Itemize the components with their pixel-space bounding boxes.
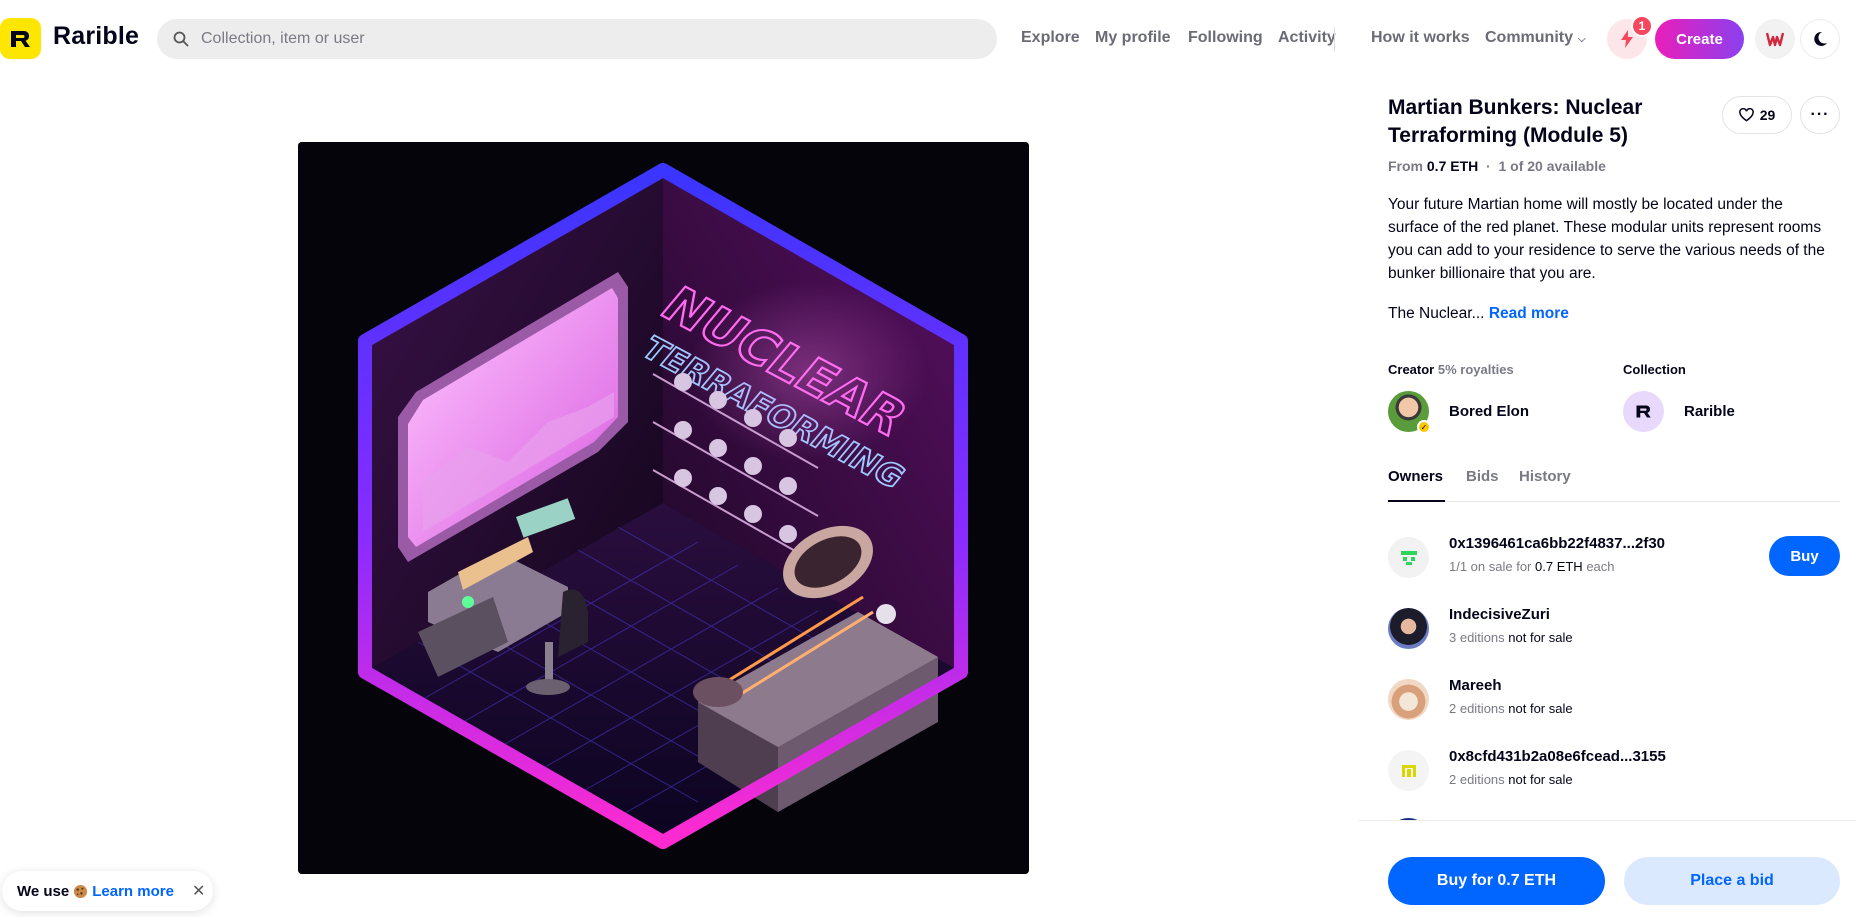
owner-sale-status: not for sale	[1508, 630, 1573, 645]
collection-avatar	[1623, 391, 1664, 432]
tab-bids[interactable]: Bids	[1466, 468, 1499, 485]
rarible-logo-icon	[10, 30, 30, 47]
active-tab-indicator	[1388, 500, 1445, 502]
collection-profile[interactable]: Rarible	[1623, 391, 1735, 432]
like-count: 29	[1759, 107, 1776, 123]
owner-name[interactable]: Mareeh	[1449, 677, 1502, 694]
owner-avatar	[1388, 679, 1429, 720]
nft-artwork[interactable]: NUCLEAR TERRAFORMING	[298, 142, 1029, 874]
chevron-down-icon: ⌵	[1578, 34, 1586, 45]
owner-sale-info: 1/1 on sale for 0.7 ETH each	[1449, 559, 1615, 574]
nav-following[interactable]: Following	[1188, 29, 1263, 47]
owner-editions: 2 editions	[1449, 772, 1505, 787]
search-input[interactable]	[201, 30, 961, 48]
tab-history[interactable]: History	[1519, 468, 1571, 485]
owner-avatar	[1388, 537, 1429, 578]
more-horizontal-icon: ···	[1810, 106, 1830, 123]
description-more-text: The Nuclear...	[1388, 305, 1485, 322]
learn-more-link[interactable]: Learn more	[92, 883, 174, 900]
collection-name: Rarible	[1684, 403, 1735, 420]
read-more-link[interactable]: Read more	[1489, 305, 1569, 322]
owner-sale-info: 2 editions not for sale	[1449, 701, 1573, 716]
list-item[interactable]: Mareeh 2 editions not for sale	[1388, 677, 1840, 737]
nav-divider	[1334, 27, 1335, 51]
nav-activity[interactable]: Activity	[1278, 29, 1336, 47]
collection-label: Collection	[1623, 362, 1686, 377]
moon-icon	[1814, 31, 1827, 46]
creator-profile[interactable]: ✓ Bored Elon	[1388, 391, 1530, 434]
nav-how-it-works[interactable]: How it works	[1371, 29, 1470, 47]
theme-toggle-button[interactable]	[1800, 19, 1840, 59]
place-bid-button[interactable]: Place a bid	[1624, 857, 1840, 905]
owner-name[interactable]: 0x1396461ca6bb22f4837...2f30	[1449, 535, 1665, 552]
nft-artwork-illustration: NUCLEAR TERRAFORMING	[298, 142, 1029, 874]
cookie-text: We use	[17, 882, 70, 900]
buy-button[interactable]: Buy	[1769, 536, 1840, 576]
tab-owners[interactable]: Owners	[1388, 468, 1443, 485]
price-value: 0.7 ETH	[1426, 158, 1479, 174]
owner-sale-suffix: each	[1586, 559, 1615, 574]
separator-dot: ·	[1482, 158, 1495, 174]
owner-sale-price: 0.7 ETH	[1535, 559, 1583, 574]
owner-sale-status: not for sale	[1508, 772, 1573, 787]
owner-editions: 3 editions	[1449, 630, 1505, 645]
cookie-banner: We use Learn more ✕	[2, 871, 213, 911]
nav-community-label: Community	[1485, 29, 1573, 46]
creator-label: Creator 5% royalties	[1388, 362, 1514, 377]
rarible-collection-icon	[1636, 405, 1651, 418]
royalties-text: 5% royalties	[1437, 362, 1514, 377]
nav-explore[interactable]: Explore	[1021, 29, 1080, 47]
wallet-avatar-icon	[1766, 32, 1784, 47]
verified-check-icon: ✓	[1417, 420, 1431, 434]
item-title: Martian Bunkers: Nuclear Terraforming (M…	[1388, 96, 1643, 147]
creator-name: Bored Elon	[1449, 403, 1530, 420]
owner-name[interactable]: IndecisiveZuri	[1449, 606, 1550, 623]
heart-icon	[1738, 108, 1754, 122]
price-prefix: From	[1388, 158, 1423, 174]
pixel-avatar-icon	[1400, 550, 1417, 565]
owner-editions: 2 editions	[1449, 701, 1505, 716]
owner-sale-status: not for sale	[1508, 701, 1573, 716]
list-item[interactable]: 0x8cfd431b2a08e6fcead...3155 2 editions …	[1388, 748, 1840, 808]
rarible-logo[interactable]	[0, 18, 41, 59]
buy-now-button[interactable]: Buy for 0.7 ETH	[1388, 857, 1605, 905]
item-description: Your future Martian home will mostly be …	[1388, 196, 1825, 282]
lightning-icon	[1621, 30, 1633, 48]
owner-avatar	[1388, 608, 1429, 649]
notification-badge: 1	[1631, 15, 1653, 37]
pixel-avatar-icon	[1401, 764, 1416, 777]
top-header: Rarible Explore My profile Following Act…	[0, 0, 1856, 78]
like-button[interactable]: 29	[1722, 96, 1792, 134]
owner-avatar	[1388, 750, 1429, 791]
close-icon[interactable]: ✕	[192, 881, 205, 901]
description-truncated: The Nuclear... Read more	[1388, 305, 1569, 323]
search-bar[interactable]	[157, 19, 997, 59]
nav-my-profile[interactable]: My profile	[1095, 29, 1171, 47]
create-button[interactable]: Create	[1655, 19, 1744, 59]
item-tabs: Owners Bids History	[1388, 462, 1840, 502]
availability: 1 of 20 available	[1498, 158, 1606, 174]
cookie-icon	[74, 884, 88, 898]
owner-sale-info: 3 editions not for sale	[1449, 630, 1573, 645]
owner-sale-text: 1/1 on sale for	[1449, 559, 1532, 574]
brand-name[interactable]: Rarible	[53, 22, 139, 51]
creator-avatar: ✓	[1388, 391, 1431, 434]
search-icon	[173, 31, 189, 47]
nav-community[interactable]: Community ⌵	[1485, 29, 1586, 47]
list-item[interactable]: IndecisiveZuri 3 editions not for sale	[1388, 606, 1840, 666]
user-avatar-button[interactable]	[1755, 19, 1795, 59]
price-info: From 0.7 ETH · 1 of 20 available	[1388, 158, 1606, 174]
creator-label-text: Creator	[1388, 362, 1435, 377]
owner-name[interactable]: 0x8cfd431b2a08e6fcead...3155	[1449, 748, 1666, 765]
more-options-button[interactable]: ···	[1800, 96, 1840, 134]
owner-sale-info: 2 editions not for sale	[1449, 772, 1573, 787]
